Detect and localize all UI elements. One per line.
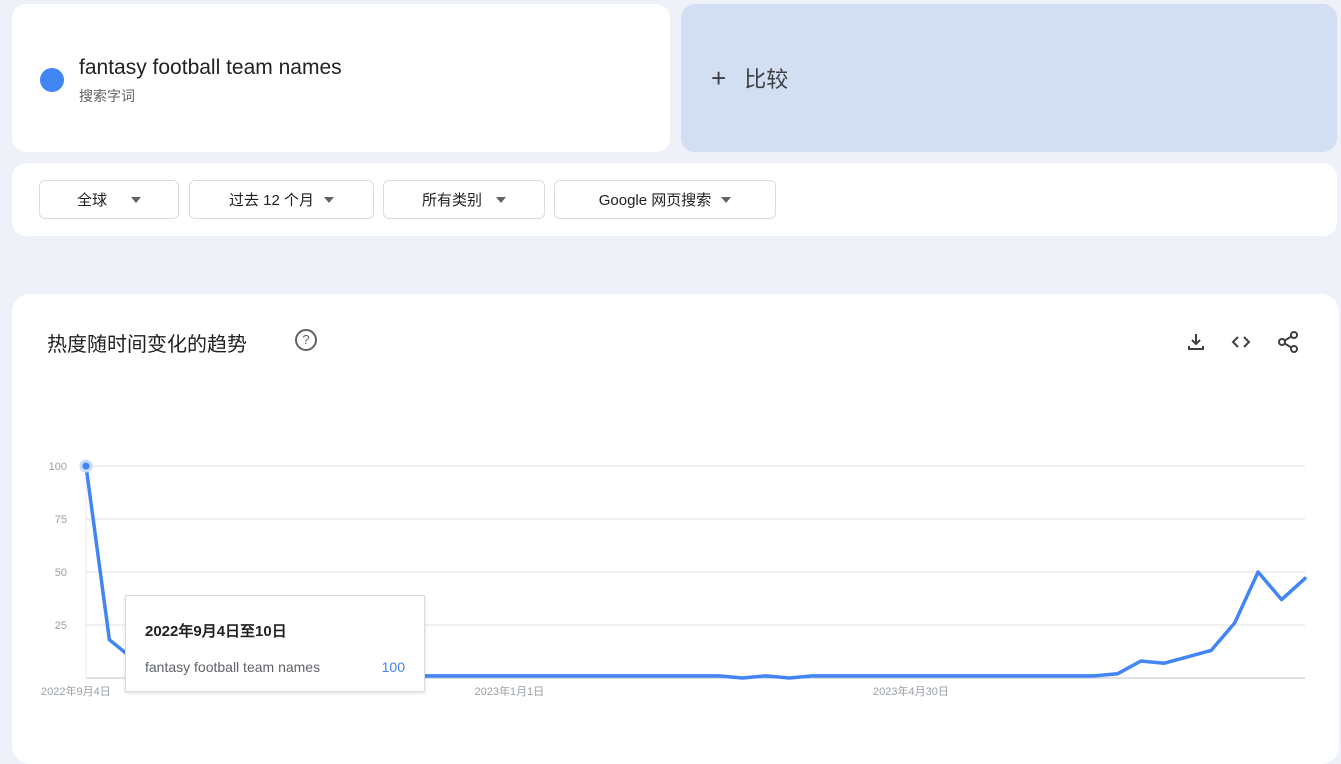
chart-tooltip: 2022年9月4日至10日 fantasy football team name… xyxy=(125,595,425,692)
category-filter-label: 所有类别 xyxy=(421,192,482,209)
search-term-title[interactable]: fantasy football team names xyxy=(79,56,342,80)
y-tick-label: 75 xyxy=(55,514,67,526)
caret-down-icon xyxy=(496,196,506,203)
search-type-filter-label: Google 网页搜索 xyxy=(598,192,712,209)
tooltip-date: 2022年9月4日至10日 xyxy=(145,623,287,640)
trend-line-chart: 100 75 50 25 2022年9月4日 2023年1月1日 2023年4月30日 xyxy=(41,459,1307,698)
y-tick-label: 25 xyxy=(55,620,67,632)
category-filter[interactable]: 所有类别 xyxy=(383,180,545,219)
data-point xyxy=(79,459,93,473)
caret-down-icon xyxy=(721,196,732,203)
x-tick-label: 2023年1月1日 xyxy=(475,684,545,698)
interest-over-time-card: 热度随时间变化的趋势 ? 100 75 50 25 2022年9月4日 2023年1月1日… xyxy=(12,294,1339,764)
time-range-filter-label: 过去 12 个月 xyxy=(228,192,315,209)
compare-button[interactable]: + 比较 xyxy=(681,4,1337,152)
search-type-filter[interactable]: Google 网页搜索 xyxy=(554,180,776,219)
tooltip-term: fantasy football team names xyxy=(145,659,321,675)
tooltip-value: 100 xyxy=(381,659,405,675)
region-filter-label: 全球 xyxy=(76,192,107,209)
filter-bar: 全球 过去 12 个月 所有类别 Google 网页搜索 xyxy=(12,163,1337,236)
x-tick-label: 2023年4月30日 xyxy=(873,684,949,698)
y-tick-label: 100 xyxy=(49,461,67,473)
caret-down-icon xyxy=(131,196,141,203)
search-term-card[interactable]: fantasy football team names 搜索字词 xyxy=(12,4,670,152)
term-color-dot xyxy=(40,68,64,92)
y-tick-label: 50 xyxy=(55,567,67,579)
x-tick-label: 2022年9月4日 xyxy=(41,684,111,698)
compare-label: 比较 xyxy=(744,67,789,92)
time-range-filter[interactable]: 过去 12 个月 xyxy=(189,180,374,219)
region-filter[interactable]: 全球 xyxy=(39,180,179,219)
plus-icon: + xyxy=(711,63,727,93)
search-term-subtitle: 搜索字词 xyxy=(79,88,135,104)
caret-down-icon xyxy=(324,196,335,203)
